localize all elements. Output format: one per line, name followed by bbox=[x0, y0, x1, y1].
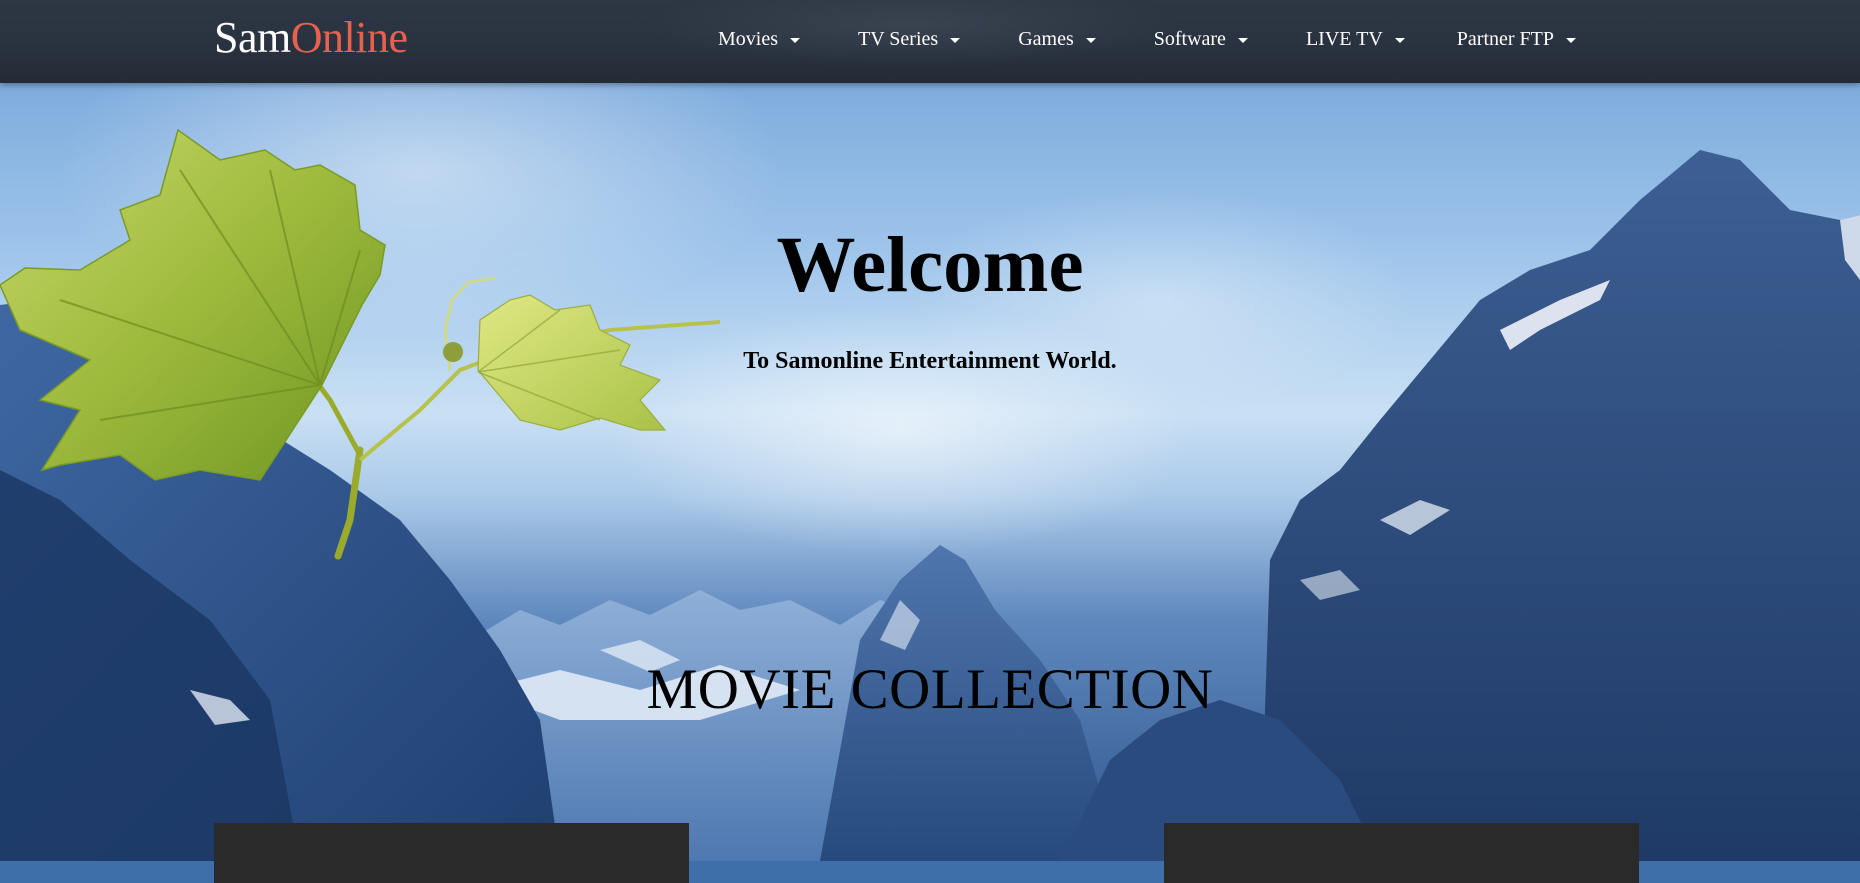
hero-title: Welcome bbox=[776, 222, 1084, 309]
nav-item-label: Partner FTP bbox=[1456, 27, 1554, 50]
caret-down-icon bbox=[1237, 37, 1248, 43]
nav-item-label: Games bbox=[1018, 27, 1074, 50]
movie-collection-heading: MOVIE COLLECTION bbox=[646, 658, 1214, 721]
caret-down-icon bbox=[1085, 37, 1096, 43]
caret-down-icon bbox=[1394, 37, 1405, 43]
nav-item-partner-ftp[interactable]: Partner FTP bbox=[1457, 28, 1576, 51]
nav-item-label: Movies bbox=[718, 27, 778, 50]
top-navbar: SamOnline Movies TV Series Games Softwar… bbox=[0, 0, 1860, 83]
caret-down-icon bbox=[1566, 37, 1576, 43]
brand-name-online: Online bbox=[290, 13, 408, 62]
nav-item-tv-series[interactable]: TV Series bbox=[858, 27, 961, 51]
hero-subtitle: To Samonline Entertainment World. bbox=[743, 348, 1117, 374]
mountain-landscape-image bbox=[0, 128, 1860, 861]
caret-down-icon bbox=[790, 37, 800, 43]
hero-background bbox=[0, 0, 1860, 861]
nav-item-live-tv[interactable]: LIVE TV bbox=[1306, 28, 1405, 51]
movie-card[interactable] bbox=[1164, 823, 1639, 883]
nav-item-movies[interactable]: Movies bbox=[718, 28, 800, 51]
main-nav: Movies TV Series Games Software LIVE TV … bbox=[718, 0, 1576, 78]
nav-item-software[interactable]: Software bbox=[1154, 28, 1248, 51]
movie-card[interactable] bbox=[214, 823, 689, 883]
nav-item-label: TV Series bbox=[858, 27, 939, 50]
brand-logo[interactable]: SamOnline bbox=[214, 10, 408, 66]
nav-item-label: Software bbox=[1153, 27, 1226, 50]
brand-name-sam: Sam bbox=[214, 13, 291, 62]
nav-item-games[interactable]: Games bbox=[1018, 28, 1096, 51]
nav-item-label: LIVE TV bbox=[1305, 27, 1383, 50]
caret-down-icon bbox=[950, 37, 961, 43]
